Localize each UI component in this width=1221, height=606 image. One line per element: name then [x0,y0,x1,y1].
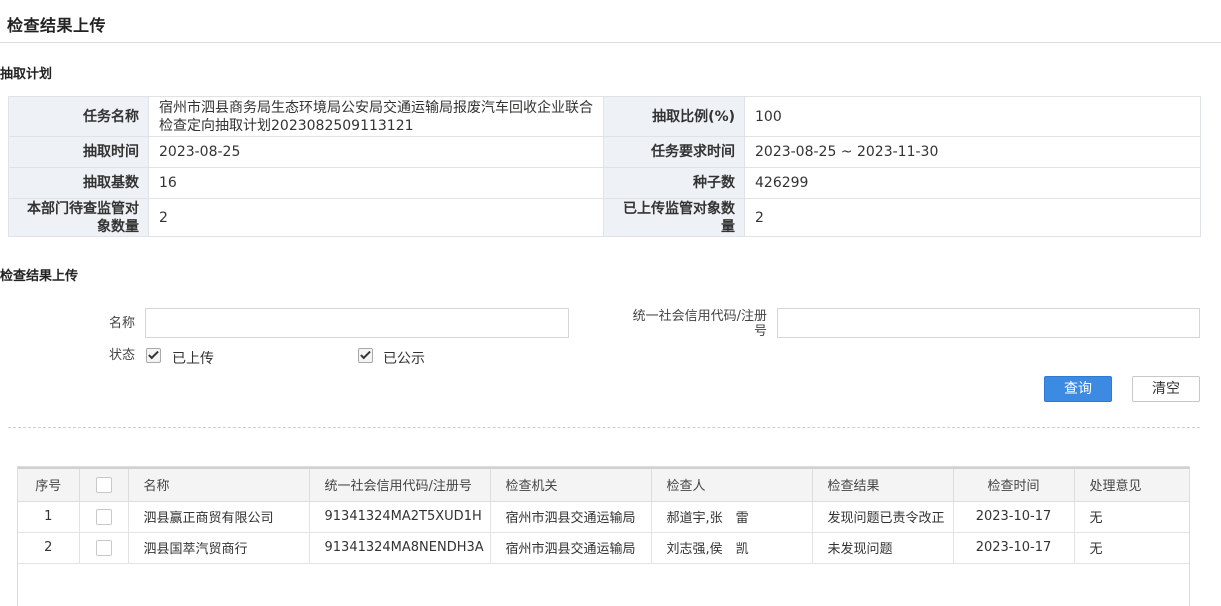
col-header-inspector: 检查人 [651,467,813,502]
seed-label: 种子数 [603,167,745,199]
credit-code-filter-label: 统一社会信用代码/注册号 [632,309,767,339]
plan-row: 任务名称 宿州市泗县商务局生态环境局公安局交通运输局报废汽车回收企业联合检查定向… [8,96,1201,137]
row-time: 2023-10-17 [953,501,1075,533]
upload-section-title: 检查结果上传 [0,269,79,284]
col-header-result: 检查结果 [812,467,954,502]
col-header-opinion: 处理意见 [1074,467,1189,502]
name-filter-input[interactable] [145,308,569,338]
title-divider [0,42,1221,43]
plan-section-title: 抽取计划 [0,67,53,82]
row-checkbox[interactable] [79,532,129,564]
clear-button[interactable]: 清空 [1132,376,1200,402]
col-header-time: 检查时间 [953,467,1075,502]
table-row[interactable]: 1 泗县赢正商贸有限公司 91341324MA2T5XUD1H 宿州市泗县交通运… [18,501,1189,533]
row-name: 泗县国萃汽贸商行 [128,532,310,564]
row-time: 2023-10-17 [953,532,1075,564]
col-header-name: 名称 [128,467,310,502]
row-name: 泗县赢正商贸有限公司 [128,501,310,533]
plan-row: 本部门待查监管对象数量 2 已上传监管对象数量 2 [8,198,1201,237]
col-header-authority: 检查机关 [490,467,652,502]
plan-info-table: 任务名称 宿州市泗县商务局生态环境局公安局交通运输局报废汽车回收企业联合检查定向… [8,96,1201,237]
row-authority: 宿州市泗县交通运输局 [490,501,652,533]
task-name-label: 任务名称 [8,96,149,137]
row-credit-code: 91341324MA8NENDH3A [309,532,491,564]
uploaded-status-checkbox[interactable] [146,348,161,363]
row-result: 发现问题已责令改正 [812,501,954,533]
row-opinion: 无 [1074,501,1189,533]
table-row[interactable]: 2 泗县国萃汽贸商行 91341324MA8NENDH3A 宿州市泗县交通运输局… [18,532,1189,564]
ratio-label: 抽取比例(%) [603,96,745,137]
row-checkbox[interactable] [79,501,129,533]
uploaded-count-value: 2 [744,198,1201,237]
uploaded-status-label: 已上传 [172,351,214,367]
required-time-value: 2023-08-25 ~ 2023-11-30 [744,136,1201,168]
col-header-credit-code: 统一社会信用代码/注册号 [309,467,491,502]
credit-code-filter-input[interactable] [777,308,1200,338]
name-filter-label: 名称 [108,316,135,331]
row-index: 1 [18,501,80,533]
query-button[interactable]: 查询 [1044,376,1112,402]
row-result: 未发现问题 [812,532,954,564]
plan-row: 抽取时间 2023-08-25 任务要求时间 2023-08-25 ~ 2023… [8,136,1201,168]
results-grid: 序号 名称 统一社会信用代码/注册号 检查机关 检查人 检查结果 检查时间 处理… [17,466,1190,606]
seed-value: 426299 [744,167,1201,199]
row-authority: 宿州市泗县交通运输局 [490,532,652,564]
select-all-checkbox[interactable] [79,467,129,502]
row-opinion: 无 [1074,532,1189,564]
required-time-label: 任务要求时间 [603,136,745,168]
grid-header-row: 序号 名称 统一社会信用代码/注册号 检查机关 检查人 检查结果 检查时间 处理… [18,467,1189,502]
plan-row: 抽取基数 16 种子数 426299 [8,167,1201,199]
ratio-value: 100 [744,96,1201,137]
draw-base-label: 抽取基数 [8,167,149,199]
section-divider [8,427,1200,428]
pending-count-value: 2 [148,198,604,237]
row-index: 2 [18,532,80,564]
task-name-value: 宿州市泗县商务局生态环境局公安局交通运输局报废汽车回收企业联合检查定向抽取计划2… [148,96,604,137]
row-inspector: 刘志强,侯 凯 [651,532,813,564]
draw-base-value: 16 [148,167,604,199]
published-status-label: 已公示 [383,351,425,367]
status-filter-label: 状态 [108,348,135,363]
draw-time-value: 2023-08-25 [148,136,604,168]
col-header-index: 序号 [18,467,80,502]
uploaded-count-label: 已上传监管对象数量 [603,198,745,237]
published-status-checkbox[interactable] [358,348,373,363]
row-credit-code: 91341324MA2T5XUD1H [309,501,491,533]
row-inspector: 郝道宇,张 雷 [651,501,813,533]
pending-count-label: 本部门待查监管对象数量 [8,198,149,237]
draw-time-label: 抽取时间 [8,136,149,168]
page-title: 检查结果上传 [7,16,107,35]
